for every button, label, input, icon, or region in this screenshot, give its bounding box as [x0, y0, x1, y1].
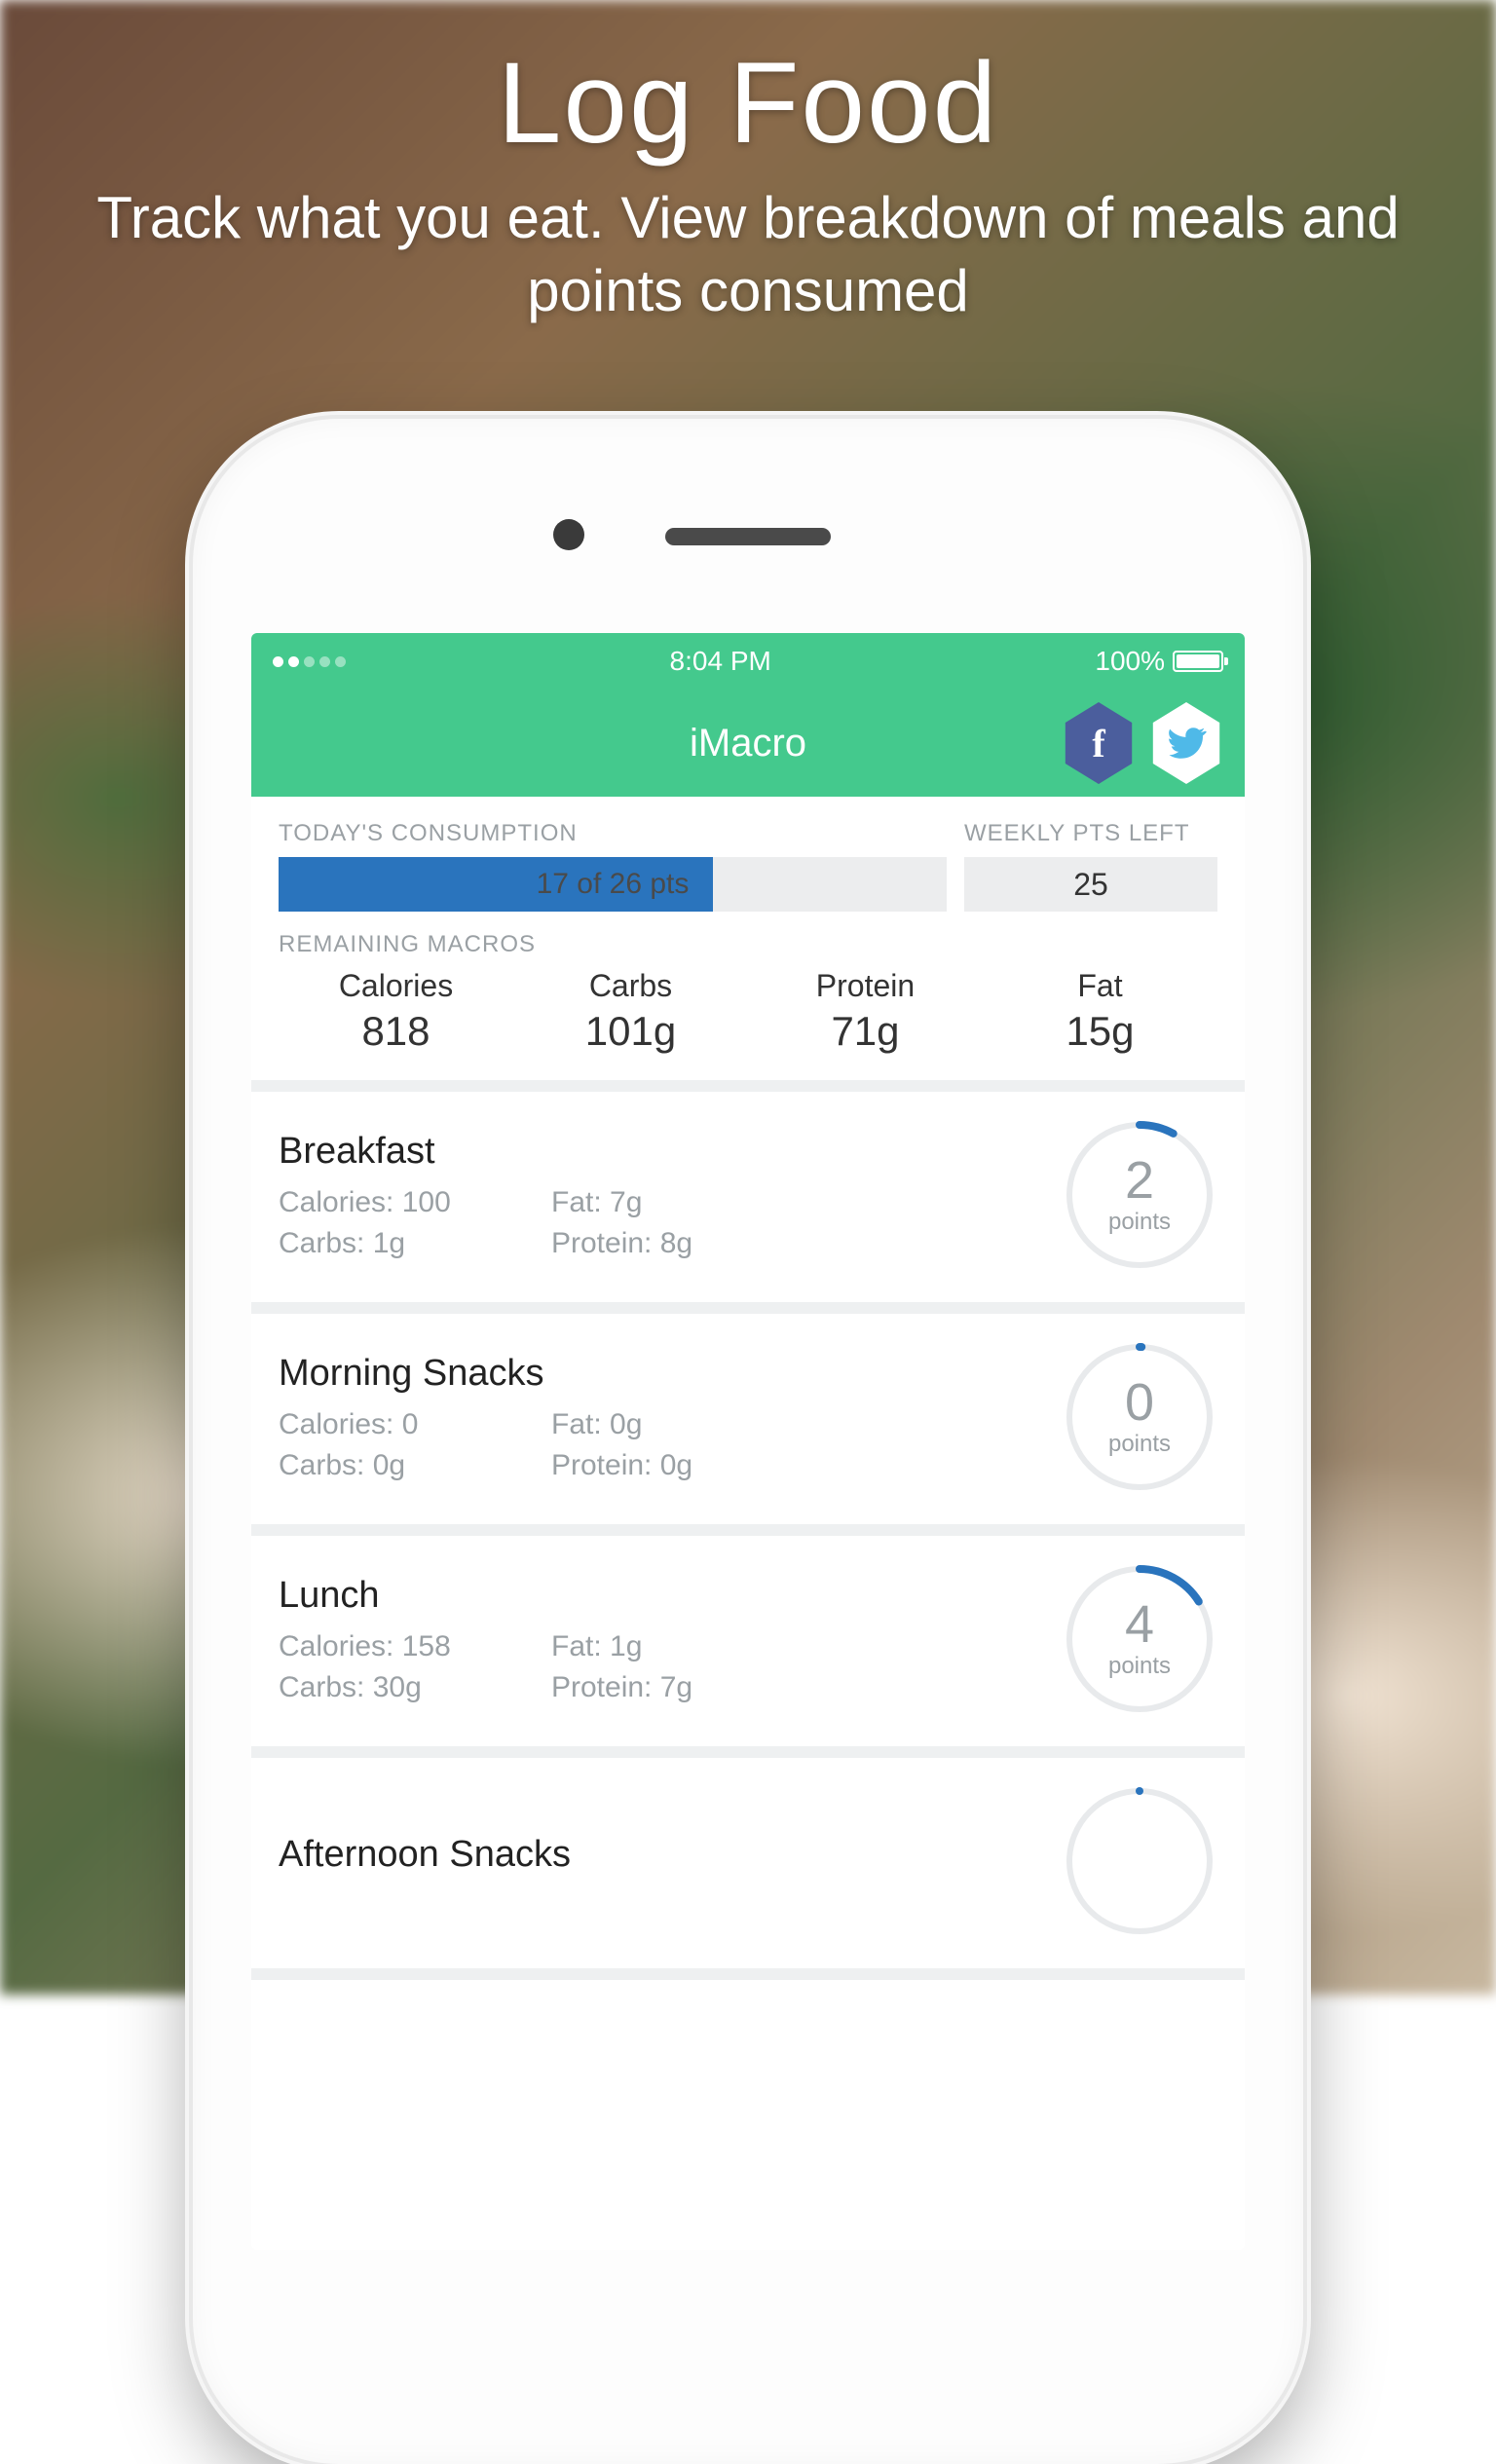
points-ring: 0points: [1062, 1339, 1217, 1495]
meal-stats: Calories: 158Fat: 1gCarbs: 30gProtein: 7…: [279, 1630, 1062, 1704]
weekly-points-value: 25: [964, 857, 1217, 912]
meal-protein: Protein: 0g: [551, 1449, 824, 1482]
meal-fat: Fat: 7g: [551, 1186, 824, 1219]
meal-fat: Fat: 0g: [551, 1408, 824, 1441]
phone-camera-icon: [553, 519, 584, 550]
remaining-macros-label: REMAINING MACROS: [279, 931, 1217, 958]
macro-carbs-value: 101g: [513, 1008, 748, 1055]
meal-points-value: 4: [1125, 1598, 1154, 1651]
meal-points-value: 2: [1125, 1154, 1154, 1207]
meal-protein: Protein: 7g: [551, 1671, 824, 1704]
meal-calories: Calories: 0: [279, 1408, 551, 1441]
points-ring: [1062, 1783, 1217, 1939]
app-title: iMacro: [690, 722, 806, 765]
summary-card: TODAY'S CONSUMPTION 17 of 26 pts WEEKLY …: [251, 797, 1245, 1092]
meal-row[interactable]: Morning Snacks Calories: 0Fat: 0gCarbs: 0…: [251, 1314, 1245, 1536]
meal-calories: Calories: 158: [279, 1630, 551, 1663]
twitter-share-button[interactable]: [1149, 702, 1223, 784]
battery-percentage: 100%: [1095, 646, 1165, 677]
phone-speaker-icon: [665, 528, 831, 545]
meal-row[interactable]: Afternoon Snacks: [251, 1758, 1245, 1980]
points-ring: 4points: [1062, 1561, 1217, 1717]
points-ring: 2points: [1062, 1117, 1217, 1273]
macro-fat-label: Fat: [983, 968, 1217, 1004]
promo-text-block: Log Food Track what you eat. View breakd…: [0, 37, 1496, 327]
meal-calories: Calories: 100: [279, 1186, 551, 1219]
weekly-points-label: WEEKLY PTS LEFT: [964, 820, 1217, 847]
meal-carbs: Carbs: 30g: [279, 1671, 551, 1704]
meal-carbs: Carbs: 1g: [279, 1227, 551, 1260]
consumption-progress-text: 17 of 26 pts: [537, 868, 690, 901]
meal-protein: Protein: 8g: [551, 1227, 824, 1260]
signal-strength-icon: [273, 656, 346, 667]
meal-name: Lunch: [279, 1575, 1062, 1617]
meal-stats: Calories: 100Fat: 7gCarbs: 1gProtein: 8g: [279, 1186, 1062, 1260]
macro-carbs-label: Carbs: [513, 968, 748, 1004]
meal-stats: Calories: 0Fat: 0gCarbs: 0gProtein: 0g: [279, 1408, 1062, 1482]
app-screen: 8:04 PM 100% iMacro f TODAY'S CONSUMPTIO…: [251, 633, 1245, 2250]
meal-carbs: Carbs: 0g: [279, 1449, 551, 1482]
status-time: 8:04 PM: [670, 646, 771, 677]
promo-subtitle: Track what you eat. View breakdown of me…: [0, 181, 1496, 327]
meal-points-label: points: [1108, 1653, 1171, 1680]
meal-name: Morning Snacks: [279, 1353, 1062, 1395]
meal-name: Afternoon Snacks: [279, 1834, 1062, 1876]
promo-title: Log Food: [0, 37, 1496, 169]
consumption-label: TODAY'S CONSUMPTION: [279, 820, 947, 847]
app-navbar: iMacro f: [251, 690, 1245, 797]
twitter-icon: [1166, 723, 1207, 764]
meal-points-label: points: [1108, 1431, 1171, 1458]
macro-calories-value: 818: [279, 1008, 513, 1055]
facebook-share-button[interactable]: f: [1062, 702, 1136, 784]
meal-fat: Fat: 1g: [551, 1630, 824, 1663]
battery-icon: [1173, 651, 1223, 672]
meal-row[interactable]: Breakfast Calories: 100Fat: 7gCarbs: 1gPr…: [251, 1092, 1245, 1314]
macro-fat-value: 15g: [983, 1008, 1217, 1055]
meal-row[interactable]: Lunch Calories: 158Fat: 1gCarbs: 30gProte…: [251, 1536, 1245, 1758]
macro-protein-value: 71g: [748, 1008, 983, 1055]
battery-indicator: 100%: [1095, 646, 1223, 677]
meal-name: Breakfast: [279, 1131, 1062, 1173]
macro-protein-label: Protein: [748, 968, 983, 1004]
meal-points-value: 0: [1125, 1376, 1154, 1429]
consumption-progress-bar[interactable]: 17 of 26 pts: [279, 857, 947, 912]
status-bar: 8:04 PM 100%: [251, 633, 1245, 690]
meal-points-label: points: [1108, 1209, 1171, 1236]
macro-calories-label: Calories: [279, 968, 513, 1004]
phone-frame: 8:04 PM 100% iMacro f TODAY'S CONSUMPTIO…: [193, 419, 1303, 2464]
macros-row: Calories 818 Carbs 101g Protein 71g Fat 15g: [279, 968, 1217, 1055]
